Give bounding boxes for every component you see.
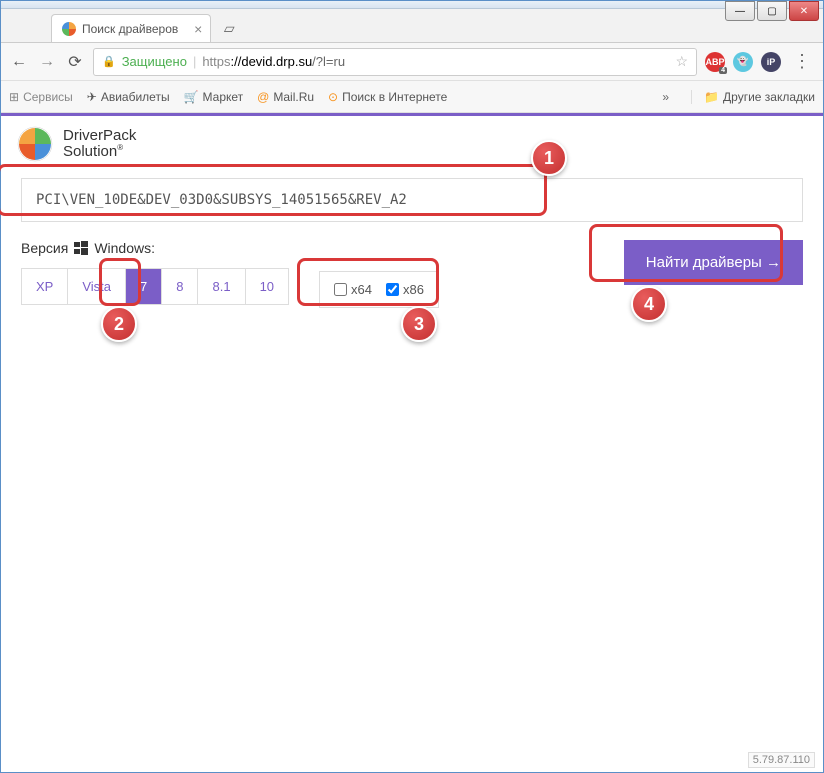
other-bookmarks[interactable]: 📁 Другие закладки [691, 90, 815, 104]
main-content: Версия Windows: XP Vista 7 8 8.1 10 x64 [1, 168, 823, 318]
bookmarks-bar: ⊞ Сервисы ✈ Авиабилеты 🛒 Маркет @ Mail.R… [1, 81, 823, 113]
mail-icon: @ [257, 90, 269, 104]
os-tab-10[interactable]: 10 [246, 269, 288, 304]
new-tab-button[interactable]: ▱ [217, 16, 241, 40]
forward-button[interactable]: → [37, 52, 57, 72]
tab-favicon [62, 22, 76, 36]
bookmarks-overflow-icon[interactable]: » [662, 90, 669, 104]
os-tab-vista[interactable]: Vista [68, 269, 126, 304]
version-badge: 5.79.87.110 [748, 752, 815, 768]
os-version-label: Версия Windows: [21, 240, 289, 256]
window-titlebar [1, 1, 823, 9]
search-bookmark-icon: ⊙ [328, 90, 338, 104]
window-controls: — ▢ ✕ [725, 1, 819, 21]
url-text: https://devid.drp.su/?l=ru [202, 54, 345, 69]
url-separator: | [193, 54, 196, 69]
browser-menu-icon[interactable]: ⋮ [789, 51, 815, 72]
os-tab-xp[interactable]: XP [22, 269, 68, 304]
device-id-input[interactable] [21, 178, 803, 222]
minimize-button[interactable]: — [725, 1, 755, 21]
bookmark-item-market[interactable]: 🛒 Маркет [184, 90, 244, 104]
os-tab-81[interactable]: 8.1 [198, 269, 245, 304]
os-tabs: XP Vista 7 8 8.1 10 [21, 268, 289, 305]
os-tab-8[interactable]: 8 [162, 269, 198, 304]
bookmark-item-mail[interactable]: @ Mail.Ru [257, 90, 314, 104]
maximize-button[interactable]: ▢ [757, 1, 787, 21]
apps-icon: ⊞ [9, 90, 19, 104]
plane-icon: ✈ [87, 90, 97, 104]
brand-name: DriverPack Solution® [63, 128, 136, 161]
lock-icon: 🔒 [102, 55, 116, 68]
arch-x86[interactable]: x86 [386, 282, 424, 297]
site-header: DriverPack Solution® [1, 116, 823, 168]
adblock-extension-icon[interactable]: ABP [705, 52, 725, 72]
tab-close-icon[interactable]: × [194, 21, 202, 37]
x86-checkbox[interactable] [386, 283, 399, 296]
driverpack-logo [17, 126, 53, 162]
annotation-number-3: 3 [401, 306, 437, 342]
bookmark-item-flights[interactable]: ✈ Авиабилеты [87, 90, 170, 104]
bookmark-apps[interactable]: ⊞ Сервисы [9, 90, 73, 104]
ip-extension-icon[interactable]: iP [761, 52, 781, 72]
tab-strip: Поиск драйверов × ▱ [1, 9, 823, 43]
ghostery-extension-icon[interactable]: 👻 [733, 52, 753, 72]
x64-checkbox[interactable] [334, 283, 347, 296]
architecture-selector: x64 x86 [319, 271, 439, 308]
arch-x64[interactable]: x64 [334, 282, 372, 297]
bookmark-star-icon[interactable]: ☆ [675, 53, 688, 70]
windows-icon [74, 241, 88, 255]
reload-button[interactable]: ⟳ [65, 52, 85, 72]
find-drivers-button[interactable]: Найти драйверы → [624, 240, 803, 285]
close-button[interactable]: ✕ [789, 1, 819, 21]
address-bar: ← → ⟳ 🔒 Защищено | https://devid.drp.su/… [1, 43, 823, 81]
browser-tab[interactable]: Поиск драйверов × [51, 14, 211, 42]
secure-label: Защищено [122, 54, 187, 69]
folder-icon: 📁 [704, 90, 719, 104]
cart-icon: 🛒 [184, 90, 199, 104]
tab-title: Поиск драйверов [82, 22, 178, 36]
back-button[interactable]: ← [9, 52, 29, 72]
annotation-number-2: 2 [101, 306, 137, 342]
os-tab-7[interactable]: 7 [126, 269, 162, 304]
url-input[interactable]: 🔒 Защищено | https://devid.drp.su/?l=ru … [93, 48, 697, 76]
bookmark-item-search[interactable]: ⊙ Поиск в Интернете [328, 90, 447, 104]
